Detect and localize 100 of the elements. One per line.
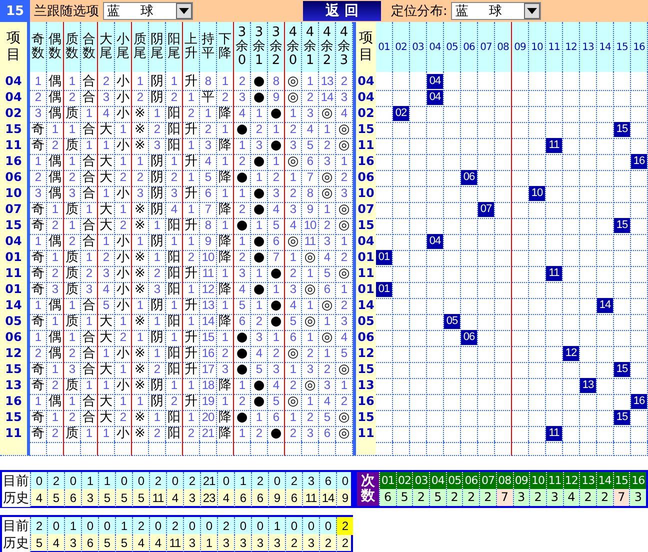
- stat-cell: 1: [200, 534, 217, 552]
- table-cell: 阴: [149, 328, 166, 347]
- table-cell: ※: [132, 104, 149, 123]
- table-cell: 阴: [149, 168, 166, 187]
- table-cell: ●: [251, 280, 268, 299]
- table-cell: 8: [268, 72, 285, 91]
- empty-cell: [234, 440, 251, 456]
- table-cell: 阳: [166, 216, 183, 235]
- table-cell: 1: [302, 264, 319, 283]
- empty-cell: [302, 440, 319, 456]
- table-cell: 2: [251, 120, 268, 139]
- table-cell: 偶: [47, 72, 64, 91]
- table-cell: 13: [319, 72, 336, 91]
- table-cell: 2: [47, 424, 64, 443]
- issue-number: 15: [0, 0, 30, 22]
- count-cell: 2: [529, 488, 546, 506]
- table-cell: 1: [251, 296, 268, 315]
- table-cell: 降: [217, 312, 234, 331]
- follow-select[interactable]: 蓝 球: [103, 2, 193, 20]
- table-cell: 2: [285, 376, 302, 395]
- table-cell: 大: [98, 152, 115, 171]
- position-select[interactable]: 蓝 球: [451, 2, 542, 20]
- table-cell: 3: [64, 184, 81, 203]
- table-cell: 2: [64, 408, 81, 427]
- table-cell: ●: [251, 392, 268, 411]
- column-header: 大尾: [98, 22, 115, 72]
- table-cell: ◎: [285, 152, 302, 171]
- table-cell: 升: [183, 344, 200, 363]
- empty-cell: [166, 440, 183, 456]
- table-cell: 1: [268, 152, 285, 171]
- table-cell: 1: [183, 408, 200, 427]
- column-header: 奇数: [30, 22, 47, 72]
- table-cell: 1: [285, 408, 302, 427]
- stat-cell: 4: [166, 489, 183, 507]
- back-button[interactable]: 返 回: [303, 1, 381, 21]
- table-cell: 4: [268, 376, 285, 395]
- table-cell: 1: [319, 312, 336, 331]
- table-cell: 小: [115, 232, 132, 251]
- table-cell: 阴: [149, 184, 166, 203]
- table-cell: 阴: [149, 88, 166, 107]
- table-cell: 升: [183, 328, 200, 347]
- grid-cell: [495, 344, 512, 363]
- table-cell: 阳: [166, 312, 183, 331]
- empty-cell: [149, 440, 166, 456]
- table-cell: 6: [285, 328, 302, 347]
- grid-cell: [495, 424, 512, 443]
- table-cell: 1: [251, 264, 268, 283]
- table-cell: 2: [166, 392, 183, 411]
- table-cell: 2: [234, 152, 251, 171]
- table-cell: 1: [251, 104, 268, 123]
- table-cell: 2: [251, 312, 268, 331]
- table-cell: ●: [268, 264, 285, 283]
- table-cell: 1: [302, 392, 319, 411]
- column-header: 3余1: [251, 22, 268, 72]
- grid-cell: [631, 72, 648, 91]
- column-header: 小尾: [115, 22, 132, 72]
- table-cell: 偶: [47, 328, 64, 347]
- column-header: 项目: [0, 22, 30, 72]
- table-cell: 大: [98, 312, 115, 331]
- column-header: 10: [529, 472, 546, 488]
- table-cell: 2: [64, 232, 81, 251]
- table-cell: 1: [217, 184, 234, 203]
- table-cell: 1: [285, 248, 302, 267]
- count-cell: 5: [429, 488, 446, 506]
- stat-cell: 3: [217, 534, 234, 552]
- column-header: 15: [614, 22, 631, 72]
- count-cell: 2: [462, 488, 480, 506]
- stat-cell: 5: [115, 534, 132, 552]
- table-cell: 降: [217, 104, 234, 123]
- table-cell: 1: [234, 232, 251, 251]
- grid-cell: [580, 72, 597, 91]
- table-cell: 小: [115, 424, 132, 443]
- table-cell: ●: [234, 168, 251, 187]
- table-cell: 1: [166, 232, 183, 251]
- table-cell: 2: [47, 216, 64, 235]
- column-header: 01: [376, 22, 393, 72]
- table-cell: 合: [81, 152, 98, 171]
- table-cell: 2: [166, 168, 183, 187]
- stat-cell: 3: [183, 534, 200, 552]
- table-cell: 11: [200, 264, 217, 283]
- stat-cell: 3: [183, 489, 200, 507]
- table-cell: 1: [47, 408, 64, 427]
- table-cell: 1: [149, 312, 166, 331]
- table-cell: 合: [81, 392, 98, 411]
- column-header: 项目: [353, 22, 376, 72]
- table-cell: 5: [200, 168, 217, 187]
- count-cell: 6: [379, 488, 396, 506]
- table-cell: 3: [98, 264, 115, 283]
- table-cell: 9: [302, 200, 319, 219]
- table-cell: 偶: [47, 232, 64, 251]
- table-cell: 1: [268, 328, 285, 347]
- column-header: 13: [580, 22, 597, 72]
- table-cell: 4: [302, 120, 319, 139]
- table-cell: 2: [183, 248, 200, 267]
- table-cell: 阳: [166, 280, 183, 299]
- table-cell: ※: [132, 216, 149, 235]
- table-cell: 1: [81, 312, 98, 331]
- table-cell: 1: [302, 72, 319, 91]
- table-cell: 1: [183, 136, 200, 155]
- table-cell: 合: [81, 184, 98, 203]
